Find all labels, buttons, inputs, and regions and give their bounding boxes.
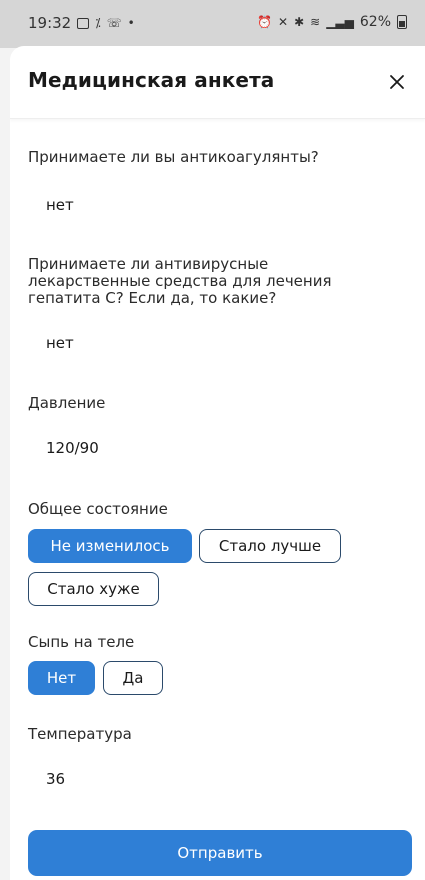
pressure-answer[interactable]: 120/90 (46, 439, 99, 457)
status-right: ⏰ ✕ ✱ ≋ ▁▃▅ 62% (257, 14, 407, 30)
question-antiviral-line-1: Принимаете ли антивирусные (28, 255, 269, 273)
submit-button[interactable]: Отправить (28, 830, 412, 876)
close-icon (390, 75, 404, 89)
temperature-answer[interactable]: 36 (46, 770, 65, 788)
questionnaire-sheet: Медицинская анкета Принимаете ли вы анти… (10, 46, 425, 880)
general-state-option-unchanged[interactable]: Не изменилось (28, 529, 192, 563)
wifi-icon: ≋ (310, 15, 321, 29)
rash-label: Сыпь на теле (28, 633, 135, 651)
close-button[interactable] (383, 68, 411, 96)
general-state-option-worse[interactable]: Стало хуже (28, 572, 159, 606)
status-bar: 19:32 ⁒ ☏ • ⏰ ✕ ✱ ≋ ▁▃▅ 62% (0, 0, 425, 48)
screen: 19:32 ⁒ ☏ • ⏰ ✕ ✱ ≋ ▁▃▅ 62% Медицинская … (0, 0, 425, 880)
gallery-notification-icon (77, 17, 90, 29)
general-state-label: Общее состояние (28, 500, 168, 518)
temperature-label: Температура (28, 725, 132, 743)
rash-option-yes[interactable]: Да (103, 661, 163, 695)
alarm-icon: ⏰ (257, 15, 272, 29)
page-title: Медицинская анкета (28, 68, 275, 92)
general-state-option-better[interactable]: Стало лучше (199, 529, 341, 563)
question-anticoagulants-answer[interactable]: нет (46, 196, 74, 214)
battery-icon (397, 15, 407, 29)
shuffle-notification-icon: ⁒ (95, 16, 101, 30)
question-antiviral-line-2: лекарственные средства для лечения (28, 272, 332, 290)
pressure-label: Давление (28, 394, 106, 412)
sheet-header: Медицинская анкета (10, 46, 425, 119)
bluetooth-icon: ✱ (294, 15, 305, 29)
dot-notification-icon: • (127, 16, 135, 30)
status-time: 19:32 (28, 14, 72, 32)
question-anticoagulants-label: Принимаете ли вы антикоагулянты? (28, 148, 319, 166)
call-notification-icon: ☏ (106, 16, 122, 30)
battery-percent: 62% (359, 14, 391, 30)
mute-icon: ✕ (278, 15, 289, 29)
status-left: 19:32 ⁒ ☏ • (28, 14, 135, 32)
question-antiviral-line-3: гепатита С? Если да, то какие? (28, 289, 277, 307)
signal-icon: ▁▃▅ (326, 15, 354, 29)
rash-option-no[interactable]: Нет (28, 661, 95, 695)
question-antiviral-answer[interactable]: нет (46, 334, 74, 352)
question-antiviral-label: Принимаете ли антивирусные лекарственные… (28, 256, 332, 307)
